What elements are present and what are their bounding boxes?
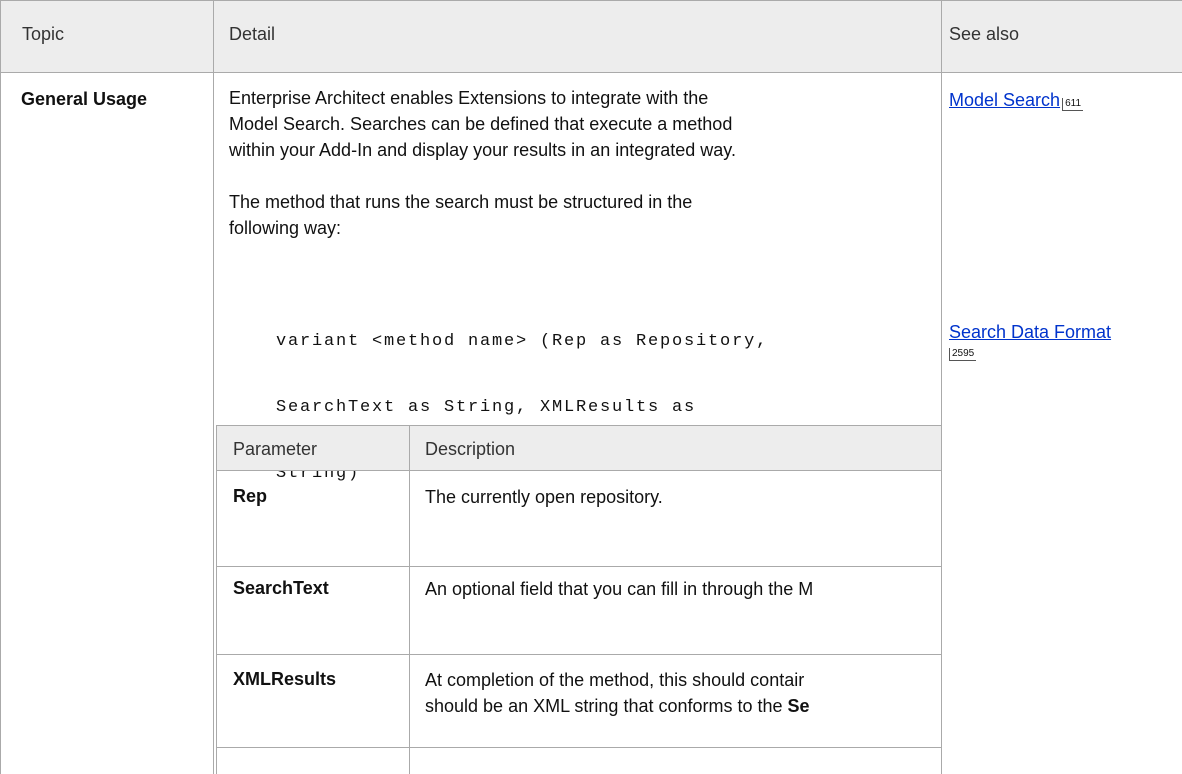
detail-p2-line2: following way: bbox=[229, 218, 342, 238]
detail-paragraph-2: The method that runs the search must be … bbox=[229, 189, 934, 241]
see-also-link-label[interactable]: Search Data Format bbox=[949, 322, 1174, 343]
header-detail: Detail bbox=[229, 24, 276, 44]
outer-table-left-border bbox=[0, 0, 1, 774]
detail-paragraph-1: Enterprise Architect enables Extensions … bbox=[229, 85, 934, 163]
parameter-table: Parameter Description Rep The currently … bbox=[216, 425, 941, 774]
param-row-divider-1 bbox=[216, 566, 941, 567]
param-desc-xmlresults: At completion of the method, this should… bbox=[425, 667, 941, 719]
param-desc-xmlresults-line2: should be an XML string that conforms to… bbox=[425, 693, 941, 719]
see-also-link-model-search[interactable]: Model Search 611 bbox=[949, 90, 1084, 111]
code-line-1: variant <method name> (Rep as Repository… bbox=[276, 332, 769, 351]
detail-p1-line3: within your Add-In and display your resu… bbox=[229, 140, 736, 160]
header-topic: Topic bbox=[22, 24, 65, 44]
page-reference-icon: 611 bbox=[1062, 98, 1084, 111]
detail-p1-line1: Enterprise Architect enables Extensions … bbox=[229, 88, 709, 108]
page-reference-icon: 2595 bbox=[949, 348, 977, 361]
outer-col-divider-1 bbox=[213, 0, 214, 774]
outer-table-top-border bbox=[0, 0, 1182, 1]
param-name-searchtext: SearchText bbox=[233, 578, 329, 598]
param-desc-searchtext: An optional field that you can fill in t… bbox=[425, 579, 814, 599]
outer-table-header-divider bbox=[0, 72, 1182, 73]
see-also-link-search-data-format[interactable]: Search Data Format 2595 bbox=[949, 322, 1174, 361]
param-row-divider-2 bbox=[216, 654, 941, 655]
outer-col-divider-2 bbox=[941, 0, 942, 774]
param-desc-xmlresults-line2-text: should be an XML string that conforms to… bbox=[425, 696, 788, 716]
param-header-parameter: Parameter bbox=[233, 439, 318, 459]
param-table-header-divider bbox=[216, 470, 941, 471]
param-desc-xmlresults-line2-bold: Se bbox=[787, 696, 810, 716]
param-desc-xmlresults-line1: At completion of the method, this should… bbox=[425, 670, 805, 690]
param-table-left-border bbox=[216, 425, 217, 774]
param-header-description: Description bbox=[425, 439, 516, 459]
code-line-2: SearchText as String, XMLResults as bbox=[276, 398, 697, 417]
param-name-rep: Rep bbox=[233, 486, 268, 506]
row-topic: General Usage bbox=[21, 89, 148, 109]
param-table-header bbox=[216, 425, 941, 470]
param-col-divider bbox=[409, 425, 410, 774]
param-desc-rep: The currently open repository. bbox=[425, 487, 663, 507]
detail-p1-line2: Model Search. Searches can be defined th… bbox=[229, 114, 733, 134]
header-see-also: See also bbox=[949, 24, 1020, 44]
see-also-link-label[interactable]: Model Search bbox=[949, 90, 1060, 110]
param-row-divider-3 bbox=[216, 747, 941, 748]
detail-p2-line1: The method that runs the search must be … bbox=[229, 192, 693, 212]
param-table-top-border bbox=[216, 425, 941, 426]
param-name-xmlresults: XMLResults bbox=[233, 669, 337, 689]
